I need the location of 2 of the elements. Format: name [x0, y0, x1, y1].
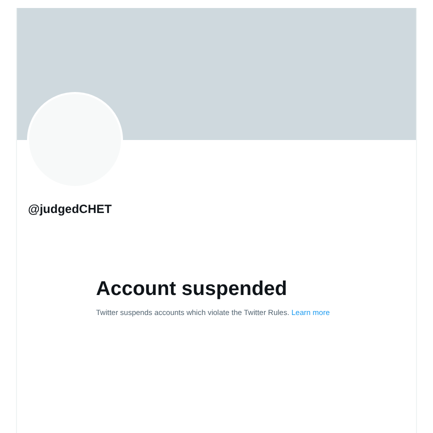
username: @judgedCHET [28, 202, 112, 216]
suspended-title: Account suspended [96, 278, 288, 301]
